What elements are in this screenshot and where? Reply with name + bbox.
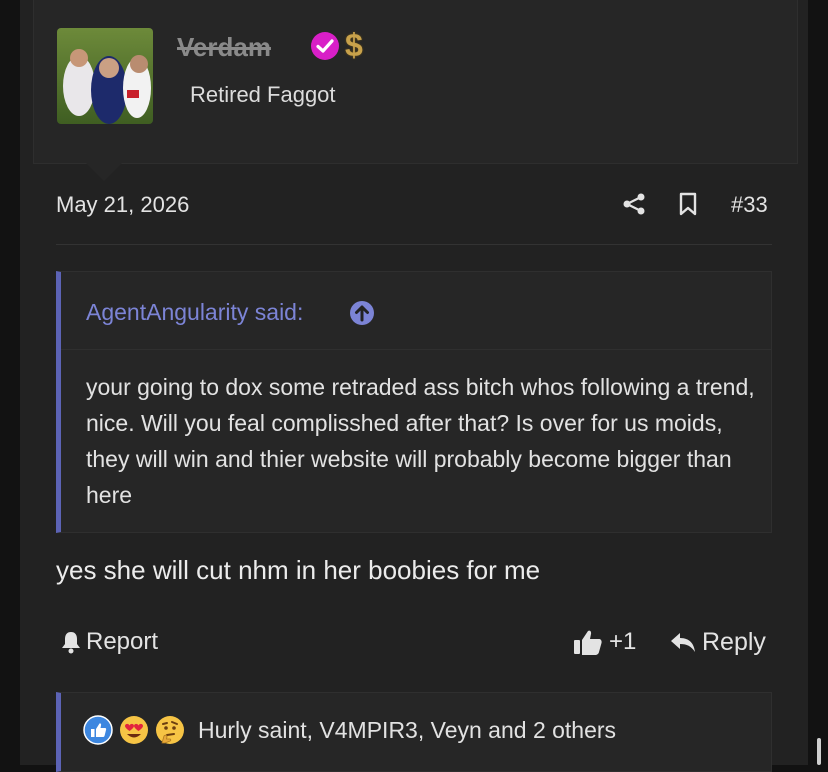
reactions-bar[interactable]: Hurly saint, V4MPIR3, Veyn and 2 others	[56, 692, 772, 772]
like-button[interactable]: +1	[573, 628, 636, 656]
reaction-summary[interactable]: Hurly saint, V4MPIR3, Veyn and 2 others	[198, 717, 616, 744]
report-label: Report	[86, 628, 159, 655]
user-block-pointer	[86, 163, 122, 181]
post-date[interactable]: May 21, 2026	[56, 192, 189, 218]
report-button[interactable]: Report	[60, 628, 158, 656]
avatar[interactable]	[57, 28, 153, 124]
quote-header: AgentAngularity said:	[61, 272, 771, 350]
reply-label: Reply	[702, 628, 766, 656]
bookmark-icon[interactable]	[678, 192, 698, 216]
username[interactable]: Verdam	[177, 32, 271, 63]
scrollbar[interactable]	[817, 738, 821, 765]
forum-post: Verdam $ Retired Faggot May 21, 2026 #33…	[20, 0, 808, 772]
user-title: Retired Faggot	[190, 82, 336, 107]
heart-eyes-icon	[120, 716, 148, 744]
post-message: yes she will cut nhm in her boobies for …	[56, 555, 541, 585]
thumbs-up-icon	[574, 630, 602, 655]
quote-attribution[interactable]: AgentAngularity said:	[86, 299, 303, 326]
like-icon	[83, 715, 113, 745]
verified-check-icon	[311, 32, 339, 60]
post-number-link[interactable]: #33	[731, 192, 768, 218]
user-info-block: Verdam $ Retired Faggot	[33, 0, 798, 164]
quote-block: AgentAngularity said: your going to dox …	[56, 271, 772, 533]
thinking-face-icon	[156, 716, 184, 744]
dollar-badge-icon: $	[345, 27, 363, 63]
reply-button[interactable]: Reply	[670, 628, 766, 657]
bell-icon	[62, 632, 80, 654]
like-count: +1	[609, 628, 637, 655]
divider	[56, 244, 772, 245]
reaction-icons	[83, 715, 185, 745]
quote-body: your going to dox some retraded ass bitc…	[86, 374, 755, 508]
share-icon[interactable]	[622, 192, 646, 216]
reply-arrow-icon	[671, 632, 695, 652]
arrow-up-circle-icon[interactable]	[349, 300, 375, 326]
